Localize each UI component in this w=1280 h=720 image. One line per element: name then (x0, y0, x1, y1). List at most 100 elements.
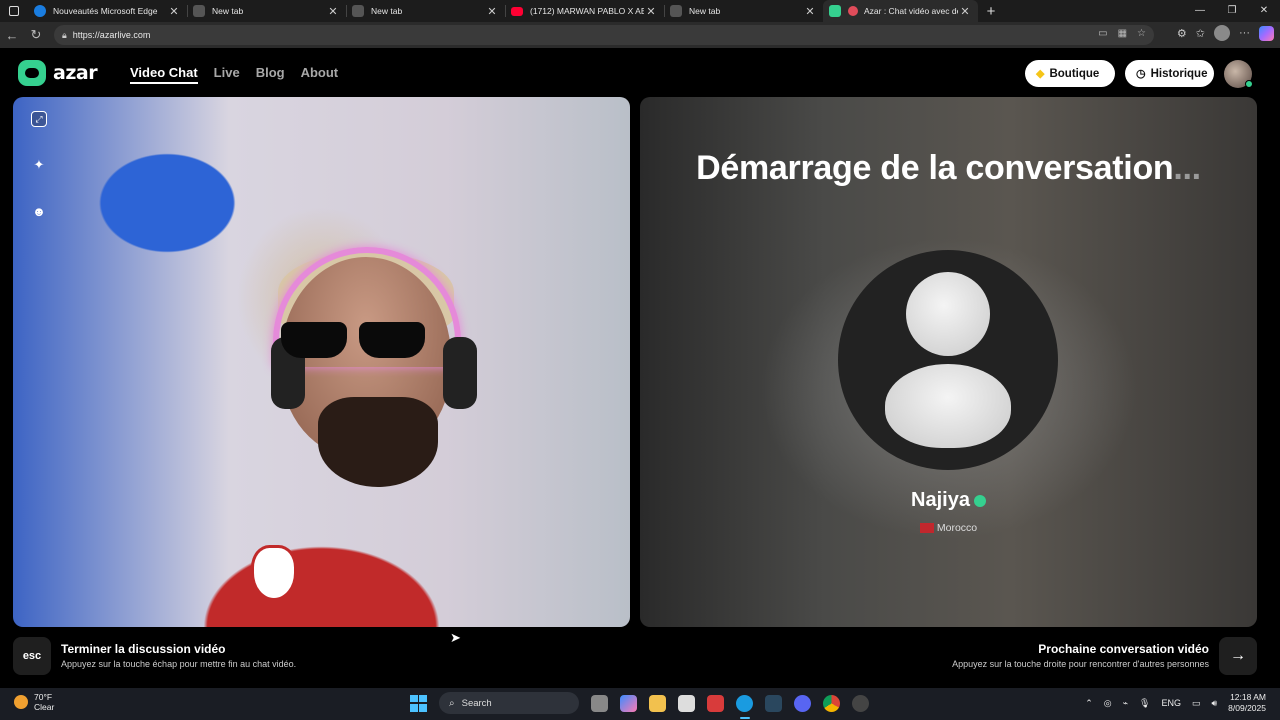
youtube-icon (511, 6, 523, 16)
address-bar[interactable]: 🔒︎ https://azarlive.com ▭ ▦ ☆ (54, 25, 1154, 45)
azar-logo[interactable]: azar (18, 60, 98, 86)
nav-live[interactable]: Live (214, 65, 240, 84)
refresh-icon[interactable]: ↻ (24, 27, 48, 43)
azar-logo-icon (18, 60, 46, 86)
new-tab-button[interactable]: + (978, 3, 1004, 20)
tab-title: (1712) MARWAN PABLO X ABYUSIF (530, 6, 644, 16)
shop-label: Boutique (1049, 67, 1100, 80)
nav-about[interactable]: About (301, 65, 339, 84)
tab-title: Azar : Chat vidéo avec de nouvelles (864, 6, 958, 16)
back-icon[interactable]: ← (0, 28, 24, 43)
app-icon[interactable] (852, 694, 869, 712)
end-chat-title: Terminer la discussion vidéo (61, 642, 226, 656)
chrome-icon[interactable] (823, 694, 840, 712)
shop-button[interactable]: ◆ Boutique (1025, 60, 1115, 87)
office-app-icon[interactable] (707, 694, 724, 712)
close-window-icon[interactable]: ✕ (1248, 0, 1280, 22)
browser-tab-active[interactable]: Azar : Chat vidéo avec de nouvelles ✕ (823, 0, 978, 22)
split-screen-icon[interactable]: ▦ (1118, 28, 1127, 39)
history-button[interactable]: ◷ Historique (1125, 60, 1214, 87)
site-info-icon[interactable]: 🔒︎ (62, 30, 67, 41)
remote-video: Démarrage de la conversation... Najiya M… (640, 97, 1257, 627)
profile-avatar[interactable] (1214, 25, 1230, 41)
favorites-icon[interactable]: ✩ (1196, 27, 1205, 40)
steam-icon[interactable] (765, 694, 782, 712)
next-chat-button[interactable]: → (1219, 637, 1257, 675)
user-avatar[interactable] (1224, 60, 1253, 88)
weather-icon (14, 695, 28, 709)
search-placeholder: Search (461, 697, 492, 709)
end-chat-button[interactable]: esc (13, 637, 51, 675)
minimize-icon[interactable]: — (1184, 0, 1216, 22)
logo-text: azar (53, 62, 98, 84)
close-tab-icon[interactable]: ✕ (326, 5, 340, 18)
microphone-icon[interactable]: 🎙︎ (1139, 698, 1150, 709)
maximize-icon[interactable]: ❐ (1216, 0, 1248, 22)
volume-icon[interactable]: 🔊︎ (1212, 698, 1218, 709)
display-icon[interactable]: ▭ (1192, 698, 1201, 709)
browser-tab-strip: Nouveautés Microsoft Edge ✕ New tab ✕ Ne… (0, 0, 1280, 22)
browser-tab[interactable]: Nouveautés Microsoft Edge ✕ (28, 0, 188, 22)
tray-app-icon[interactable]: ◎ (1104, 698, 1112, 709)
peer-country: Morocco (640, 522, 1257, 534)
peer-avatar-placeholder (838, 250, 1058, 470)
peer-name: Najiya (640, 489, 1257, 512)
azar-favicon-icon (829, 5, 841, 17)
browser-tab[interactable]: New tab ✕ (187, 0, 347, 22)
system-tray: ⌃ ◎ ⌁ 🎙︎ ENG ▭ 🔊︎ 12:18 AM 8/09/2025 (1085, 692, 1266, 714)
status-dots: ... (1173, 149, 1201, 187)
start-icon[interactable] (410, 694, 427, 712)
next-chat-title: Prochaine conversation vidéo (1038, 642, 1209, 656)
favorite-star-icon[interactable]: ☆ (1137, 28, 1146, 39)
show-hidden-icons[interactable]: ⌃ (1085, 698, 1093, 709)
new-tab-icon (670, 5, 682, 17)
new-tab-icon (193, 5, 205, 17)
close-tab-icon[interactable]: ✕ (958, 5, 972, 18)
tab-title: New tab (212, 6, 244, 16)
language-indicator[interactable]: ENG (1161, 698, 1181, 708)
azar-page: azar Video Chat Live Blog About ◆ Boutiq… (0, 48, 1280, 688)
extensions-icon[interactable]: ⚙ (1177, 27, 1187, 40)
weather-condition: Clear (34, 702, 55, 712)
local-video: ⤢ ✦ ☻ (13, 97, 630, 627)
close-tab-icon[interactable]: ✕ (803, 5, 817, 18)
weather-widget[interactable]: 70°F Clear (14, 692, 54, 712)
taskbar-apps: ⌕ Search (410, 692, 869, 714)
copilot-app-icon[interactable] (620, 694, 637, 712)
video-toolbar: ⤢ ✦ ☻ (27, 107, 51, 223)
close-tab-icon[interactable]: ✕ (167, 5, 181, 18)
online-status-dot (1245, 80, 1253, 88)
more-menu-icon[interactable]: ··· (1239, 27, 1250, 39)
store-icon[interactable] (678, 694, 695, 712)
emoji-mask-icon[interactable]: ☻ (27, 199, 51, 223)
file-explorer-icon[interactable] (649, 694, 666, 712)
nav-video-chat[interactable]: Video Chat (130, 65, 198, 84)
task-view-icon[interactable] (591, 694, 608, 712)
browser-tab[interactable]: (1712) MARWAN PABLO X ABYUSIF ✕ (505, 0, 665, 22)
sparkle-effects-icon[interactable]: ✦ (27, 153, 51, 177)
browser-tab[interactable]: New tab ✕ (346, 0, 506, 22)
search-icon: ⌕ (449, 697, 455, 709)
clock-icon: ◷ (1136, 68, 1146, 80)
network-icon[interactable]: ⌁ (1123, 698, 1128, 709)
main-nav: Video Chat Live Blog About (130, 65, 338, 84)
clock[interactable]: 12:18 AM 8/09/2025 (1228, 692, 1266, 714)
nav-blog[interactable]: Blog (256, 65, 285, 84)
connection-status: Démarrage de la conversation... (640, 149, 1257, 188)
expand-icon[interactable]: ⤢ (31, 111, 47, 127)
discord-icon[interactable] (794, 694, 811, 712)
close-tab-icon[interactable]: ✕ (485, 5, 499, 18)
tab-title: Nouveautés Microsoft Edge (53, 6, 158, 16)
open-in-app-icon[interactable]: ▭ (1098, 28, 1107, 39)
address-bar-row: ← ↻ 🔒︎ https://azarlive.com ▭ ▦ ☆ ⚙ ✩ ··… (0, 22, 1280, 48)
browser-toolbar: ⚙ ✩ ··· (1177, 25, 1274, 41)
new-tab-icon (352, 5, 364, 17)
copilot-icon[interactable] (1259, 25, 1274, 41)
close-tab-icon[interactable]: ✕ (644, 5, 658, 18)
tab-title: New tab (689, 6, 721, 16)
edge-taskbar-icon[interactable] (736, 694, 753, 712)
status-title: Démarrage de la conversation (696, 149, 1174, 187)
taskbar-search[interactable]: ⌕ Search (439, 692, 579, 714)
tab-actions-icon[interactable] (0, 0, 28, 22)
browser-tab[interactable]: New tab ✕ (664, 0, 823, 22)
